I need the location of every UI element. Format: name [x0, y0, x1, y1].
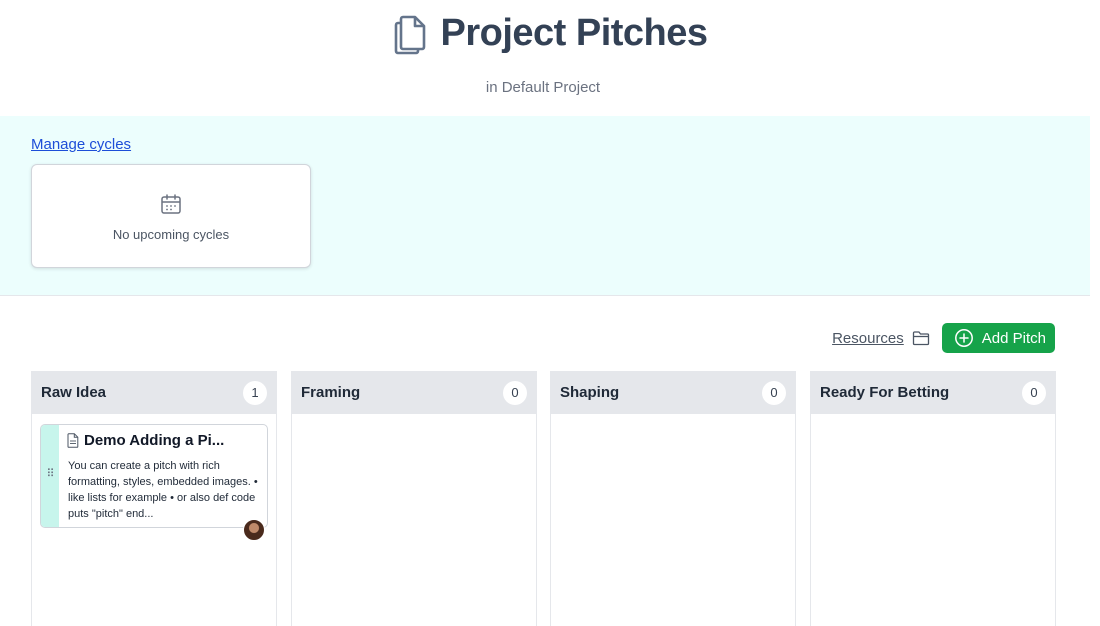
no-cycles-text: No upcoming cycles — [112, 227, 230, 242]
column-shaping: Shaping 0 — [550, 371, 796, 626]
cycles-empty-card: No upcoming cycles — [31, 164, 311, 268]
column-header: Shaping 0 — [551, 371, 795, 414]
pitch-card[interactable]: ⠿ Demo Adding a Pi... You can create a p… — [40, 424, 268, 541]
column-title: Shaping — [560, 384, 620, 401]
column-title: Framing — [301, 384, 361, 401]
column-count-badge: 0 — [1022, 380, 1046, 405]
pitch-title: Demo Adding a Pi... — [84, 432, 225, 449]
project-subtitle: in Default Project — [485, 79, 601, 96]
column-header: Framing 0 — [292, 371, 536, 414]
plus-circle-icon — [954, 329, 973, 347]
column-title: Raw Idea — [41, 384, 107, 401]
documents-icon — [395, 15, 426, 54]
pitch-description: You can create a pitch with rich formatt… — [68, 460, 258, 520]
calendar-icon — [161, 194, 181, 214]
column-title: Ready For Betting — [820, 384, 950, 401]
column-header: Raw Idea 1 — [32, 371, 276, 414]
column-count-badge: 0 — [762, 380, 786, 405]
column-count-badge: 0 — [503, 380, 527, 405]
add-pitch-label: Add Pitch — [981, 329, 1046, 347]
column-header: Ready For Betting 0 — [811, 371, 1055, 414]
column-raw-idea: Raw Idea 1 ⠿ Demo Adding a Pi... You can… — [31, 371, 277, 626]
column-ready-for-betting: Ready For Betting 0 — [810, 371, 1056, 626]
manage-cycles-link[interactable]: Manage cycles — [31, 136, 131, 153]
document-icon — [67, 433, 79, 448]
drag-handle-icon[interactable]: ⠿ — [45, 469, 55, 480]
board-toolbar: Resources Add Pitch — [832, 323, 1055, 353]
column-count-badge: 1 — [243, 380, 267, 405]
avatar[interactable] — [243, 519, 265, 541]
folder-icon[interactable] — [912, 330, 930, 346]
resources-link[interactable]: Resources — [832, 330, 904, 347]
cycles-section: Manage cycles No upcoming cycles — [0, 116, 1090, 296]
page-title: Project Pitches — [440, 12, 708, 54]
pitch-title-row: Demo Adding a Pi... — [67, 432, 224, 449]
page-header: Project Pitches in Default Project — [0, 0, 1100, 116]
column-framing: Framing 0 — [291, 371, 537, 626]
add-pitch-button[interactable]: Add Pitch — [941, 323, 1055, 353]
title-row: Project Pitches — [0, 12, 1100, 55]
